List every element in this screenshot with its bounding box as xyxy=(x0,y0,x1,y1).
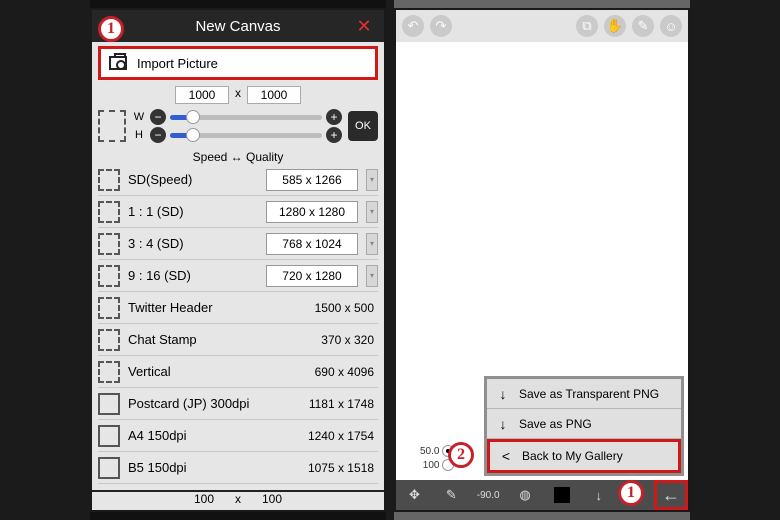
preset-name: 3 : 4 (SD) xyxy=(128,236,258,251)
preset-row[interactable]: SD(Speed) 585 x 1266 ▾ xyxy=(98,164,378,196)
step-badge-back: 1 xyxy=(618,480,644,506)
footer-sep: x xyxy=(235,492,241,510)
preset-dropdown-icon[interactable]: ▾ xyxy=(366,201,378,223)
bottom-toolbar: ✥ ✎ -90.0 ◍ ↓ ↑ ← xyxy=(396,480,688,510)
menu-item-label: Save as Transparent PNG xyxy=(519,387,659,401)
menu-item[interactable]: ↓ Save as Transparent PNG xyxy=(487,379,681,409)
download-icon: ↓ xyxy=(497,416,509,432)
preset-row[interactable]: Vertical 690 x 4096 xyxy=(98,356,378,388)
preset-thumb xyxy=(98,361,120,383)
step-badge-1: 1 xyxy=(98,16,124,42)
menu-item[interactable]: < Back to My Gallery xyxy=(487,439,681,473)
edit-icon[interactable]: ✎ xyxy=(632,15,654,37)
pattern-tool-icon[interactable]: ◍ xyxy=(507,487,544,503)
canvas-screen: ↶ ↷ ⧉ ✋ ✎ ☺ 50.0 100 ↓Save as Transparen… xyxy=(394,8,690,512)
height-minus-button[interactable]: − xyxy=(150,127,166,143)
preset-name: Postcard (JP) 300dpi xyxy=(128,396,278,411)
preset-thumb xyxy=(98,201,120,223)
preset-name: Twitter Header xyxy=(128,300,278,315)
preset-size: 1240 x 1754 xyxy=(286,429,378,443)
height-slider[interactable] xyxy=(170,133,322,138)
preset-size-input[interactable]: 585 x 1266 xyxy=(266,169,358,191)
preset-name: Chat Stamp xyxy=(128,332,278,347)
preset-thumb xyxy=(98,233,120,255)
preset-name: 9 : 16 (SD) xyxy=(128,268,258,283)
preset-size: 1500 x 500 xyxy=(286,301,378,315)
download-icon: ↓ xyxy=(497,386,509,402)
preset-thumb xyxy=(98,393,120,415)
preset-thumb xyxy=(98,425,120,447)
preset-size-input[interactable]: 1280 x 1280 xyxy=(266,201,358,223)
preset-thumb xyxy=(98,265,120,287)
footer-w: 100 xyxy=(179,492,229,510)
preset-thumb xyxy=(98,169,120,191)
canvas-width-value: 1000 xyxy=(175,86,229,104)
ok-button[interactable]: OK xyxy=(348,111,378,141)
width-minus-button[interactable]: − xyxy=(150,109,166,125)
layer-down-icon[interactable]: ↓ xyxy=(580,488,617,503)
chevron-left-icon: < xyxy=(500,448,512,464)
height-plus-button[interactable]: + xyxy=(326,127,342,143)
preset-dropdown-icon[interactable]: ▾ xyxy=(366,169,378,191)
back-button[interactable]: ← xyxy=(654,480,688,510)
width-label: W xyxy=(132,111,146,123)
user-icon[interactable]: ☺ xyxy=(660,15,682,37)
aspect-preview xyxy=(98,110,126,142)
preset-size: 1181 x 1748 xyxy=(286,397,378,411)
step-badge-2: 2 xyxy=(448,442,474,468)
new-canvas-dialog: 1 New Canvas ✕ Import Picture 1000 x 100… xyxy=(90,8,386,512)
move-tool-icon[interactable]: ✥ xyxy=(396,487,433,503)
canvas-height-value: 1000 xyxy=(247,86,301,104)
preset-row[interactable]: Postcard (JP) 300dpi 1181 x 1748 xyxy=(98,388,378,420)
footer-dims: 100 x 100 xyxy=(92,490,384,510)
brush-tool-icon[interactable]: ✎ xyxy=(433,487,470,503)
preset-row[interactable]: 1 : 1 (SD) 1280 x 1280 ▾ xyxy=(98,196,378,228)
camera-icon xyxy=(109,56,127,70)
custom-size-block: 1000 x 1000 W − + H xyxy=(98,86,378,164)
close-icon[interactable]: ✕ xyxy=(352,10,376,42)
preset-name: Vertical xyxy=(128,364,278,379)
menu-item[interactable]: ↓ Save as PNG xyxy=(487,409,681,439)
dialog-title: New Canvas xyxy=(195,18,280,35)
footer-h: 100 xyxy=(247,492,297,510)
import-picture-label: Import Picture xyxy=(137,56,218,71)
import-picture-button[interactable]: Import Picture xyxy=(98,46,378,80)
preset-row[interactable]: 3 : 4 (SD) 768 x 1024 ▾ xyxy=(98,228,378,260)
preset-name: 1 : 1 (SD) xyxy=(128,204,258,219)
speed-quality-label: Speed ↔ Quality xyxy=(98,150,378,164)
preset-name: SD(Speed) xyxy=(128,172,258,187)
redo-icon[interactable]: ↷ xyxy=(430,15,452,37)
top-toolbar: ↶ ↷ ⧉ ✋ ✎ ☺ xyxy=(396,10,688,42)
preset-thumb xyxy=(98,297,120,319)
rotate-label[interactable]: -90.0 xyxy=(470,490,507,501)
preset-name: B5 150dpi xyxy=(128,460,278,475)
dialog-header: New Canvas ✕ xyxy=(92,10,384,42)
preset-size: 1075 x 1518 xyxy=(286,461,378,475)
preset-thumb xyxy=(98,329,120,351)
undo-icon[interactable]: ↶ xyxy=(402,15,424,37)
width-slider[interactable] xyxy=(170,115,322,120)
preset-dropdown-icon[interactable]: ▾ xyxy=(366,265,378,287)
preset-row[interactable]: Chat Stamp 370 x 320 xyxy=(98,324,378,356)
preset-row[interactable]: A4 150dpi 1240 x 1754 xyxy=(98,420,378,452)
preset-thumb xyxy=(98,457,120,479)
preset-dropdown-icon[interactable]: ▾ xyxy=(366,233,378,255)
preset-size: 370 x 320 xyxy=(286,333,378,347)
preset-row[interactable]: 9 : 16 (SD) 720 x 1280 ▾ xyxy=(98,260,378,292)
paste-icon[interactable]: ✋ xyxy=(604,15,626,37)
preset-size-input[interactable]: 720 x 1280 xyxy=(266,265,358,287)
preset-size: 690 x 4096 xyxy=(286,365,378,379)
copy-icon[interactable]: ⧉ xyxy=(576,15,598,37)
menu-item-label: Save as PNG xyxy=(519,417,592,431)
preset-size-input[interactable]: 768 x 1024 xyxy=(266,233,358,255)
preset-row[interactable]: B5 150dpi 1075 x 1518 xyxy=(98,452,378,484)
height-label: H xyxy=(132,129,146,141)
menu-item-label: Back to My Gallery xyxy=(522,449,623,463)
dims-sep: x xyxy=(235,86,241,104)
preset-name: A4 150dpi xyxy=(128,428,278,443)
preset-row[interactable]: Twitter Header 1500 x 500 xyxy=(98,292,378,324)
color-swatch[interactable] xyxy=(543,487,580,503)
export-menu: ↓ Save as Transparent PNG ↓ Save as PNG < Bac… xyxy=(484,376,684,476)
width-plus-button[interactable]: + xyxy=(326,109,342,125)
